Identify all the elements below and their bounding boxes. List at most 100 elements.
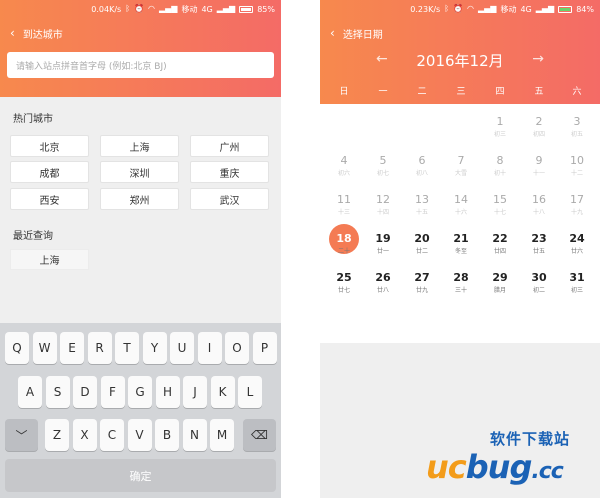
calendar-day[interactable]: 27 廿九 (407, 271, 437, 295)
battery-percent: 85% (257, 4, 275, 14)
calendar-day[interactable]: 28 三十 (446, 271, 476, 295)
hot-city-button[interactable]: 北京 (10, 135, 89, 157)
key-q[interactable]: Q (5, 332, 29, 364)
back-arrow-icon[interactable]: ‹ (330, 27, 335, 39)
calendar-day[interactable]: 23 廿五 (524, 232, 554, 256)
key-k[interactable]: K (210, 376, 235, 408)
day-number: 12 (376, 193, 390, 206)
key-u[interactable]: U (170, 332, 194, 364)
carrier-label: 移动 (500, 4, 517, 14)
key-a[interactable]: A (18, 376, 42, 408)
weekday-label: 三 (456, 87, 466, 97)
hot-city-button[interactable]: 郑州 (100, 188, 179, 210)
delete-key[interactable]: ⌫ (243, 419, 276, 451)
lunar-date: 十六 (454, 209, 467, 216)
recent-city-button[interactable]: 上海 (10, 249, 89, 270)
nav-bar: ‹ 到达城市 (0, 22, 63, 44)
calendar-day[interactable]: 26 廿八 (368, 271, 398, 295)
confirm-button[interactable]: 确定 (5, 459, 276, 492)
key-m[interactable]: M (210, 419, 234, 451)
hot-cities-title: 热门城市 (13, 114, 53, 125)
key-d[interactable]: D (73, 376, 97, 408)
key-w[interactable]: W (32, 332, 57, 364)
day-number: 1 (496, 115, 504, 128)
calendar-day: 12 十四 (368, 193, 398, 217)
lunar-date: 廿九 (415, 287, 428, 294)
day-number: 27 (414, 271, 430, 284)
lunar-date: 十七 (493, 209, 506, 216)
hot-city-button[interactable]: 武汉 (190, 188, 269, 210)
weekday-label: 一 (378, 87, 388, 97)
key-y[interactable]: Y (142, 332, 167, 364)
key-s[interactable]: S (45, 376, 70, 408)
key-r[interactable]: R (87, 332, 112, 364)
lunar-date: 廿四 (493, 248, 506, 255)
day-number: 30 (531, 271, 547, 284)
calendar-day: 1 初三 (485, 115, 515, 139)
back-arrow-icon[interactable]: ‹ (10, 27, 15, 39)
calendar-day[interactable]: 20 廿二 (407, 232, 437, 256)
hot-city-button[interactable]: 广州 (190, 135, 269, 157)
lunar-date: 廿六 (570, 248, 583, 255)
hide-keyboard-key[interactable]: ﹀ (5, 419, 38, 451)
lunar-date: 初十 (493, 170, 506, 177)
hot-city-button[interactable]: 成都 (10, 161, 89, 183)
next-month-arrow-icon[interactable]: → (532, 51, 544, 67)
calendar-day[interactable]: 29 腊月 (485, 271, 515, 295)
calendar-day[interactable]: 30 初二 (524, 271, 554, 295)
calendar-day: 3 初五 (562, 115, 592, 139)
hot-city-button[interactable]: 重庆 (190, 161, 269, 183)
key-e[interactable]: E (60, 332, 84, 364)
battery-icon (558, 5, 573, 13)
lunar-date: 初五 (570, 131, 583, 138)
hot-city-button[interactable]: 西安 (10, 188, 89, 210)
lunar-date: 廿八 (376, 287, 389, 294)
calendar-day[interactable]: 21 冬至 (446, 232, 476, 256)
key-b[interactable]: B (155, 419, 179, 451)
calendar-day[interactable]: 25 廿七 (329, 271, 359, 295)
key-x[interactable]: X (72, 419, 97, 451)
logo-cc: .cc (531, 459, 563, 484)
calendar-day: 10 十二 (562, 154, 592, 178)
key-t[interactable]: T (115, 332, 139, 364)
lunar-date: 廿二 (415, 248, 428, 255)
lunar-date: 初三 (493, 131, 506, 138)
day-number: 28 (453, 271, 469, 284)
key-n[interactable]: N (182, 419, 207, 451)
key-o[interactable]: O (225, 332, 249, 364)
key-l[interactable]: L (238, 376, 262, 408)
day-number: 25 (336, 271, 352, 284)
status-bar-right: 0.23K/s ᛒ ⏰ ◠ ▂▄▆ 移动 4G ▂▄▆ 84% (320, 0, 600, 18)
calendar-day[interactable]: 31 初三 (562, 271, 592, 295)
lunar-date: 三十 (454, 287, 467, 294)
day-number: 26 (375, 271, 391, 284)
lunar-date: 二十 (337, 248, 350, 255)
key-i[interactable]: I (197, 332, 222, 364)
key-h[interactable]: H (155, 376, 180, 408)
lunar-date: 十三 (337, 209, 350, 216)
calendar-day[interactable]: 24 廿六 (562, 232, 592, 256)
key-v[interactable]: V (127, 419, 152, 451)
logo-uc: uc (426, 448, 467, 486)
calendar-day: 16 十八 (524, 193, 554, 217)
day-number: 7 (457, 154, 465, 167)
station-search-input[interactable]: 请输入站点拼音首字母 (例如:北京 BJ) (7, 52, 274, 78)
key-z[interactable]: Z (45, 419, 69, 451)
signal-icon: ▂▄▆ (477, 4, 497, 13)
day-number: 15 (493, 193, 507, 206)
key-f[interactable]: F (100, 376, 125, 408)
key-g[interactable]: G (128, 376, 152, 408)
day-number: 17 (570, 193, 584, 206)
key-c[interactable]: C (100, 419, 124, 451)
bluetooth-icon: ᛒ (125, 4, 131, 13)
key-p[interactable]: P (252, 332, 277, 364)
calendar-day-selected[interactable]: 18 二十 (329, 232, 359, 256)
calendar-day[interactable]: 22 廿四 (485, 232, 515, 256)
lunar-date: 十二 (570, 170, 583, 177)
calendar-day[interactable]: 19 廿一 (368, 232, 398, 256)
calendar-day: 6 初八 (407, 154, 437, 178)
hot-city-button[interactable]: 深圳 (100, 161, 179, 183)
key-j[interactable]: J (183, 376, 207, 408)
watermark-logo: ucbug.cc (426, 448, 564, 486)
hot-city-button[interactable]: 上海 (100, 135, 179, 157)
